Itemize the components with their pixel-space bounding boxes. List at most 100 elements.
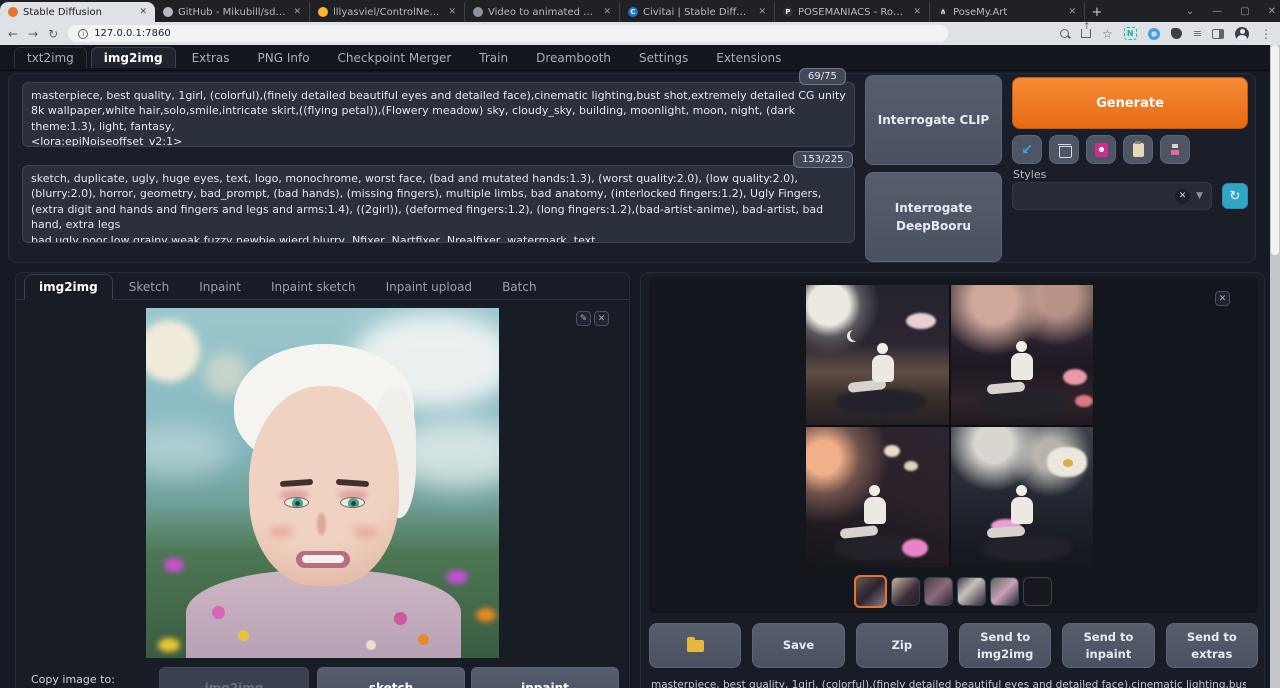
- dropdown-caret-icon: ▼: [1196, 191, 1203, 201]
- tab-png-info[interactable]: PNG Info: [246, 48, 322, 68]
- edit-image-icon[interactable]: ✎: [576, 311, 591, 326]
- address-bar[interactable]: i 127.0.0.1:7860: [68, 25, 948, 42]
- thumbnail-5[interactable]: [990, 577, 1019, 606]
- reading-list-icon[interactable]: ≡: [1193, 27, 1201, 40]
- clear-prompt-button[interactable]: [1049, 135, 1079, 164]
- open-folder-button[interactable]: [649, 623, 741, 668]
- scrollbar-thumb[interactable]: [1271, 45, 1279, 255]
- interrogate-deepbooru-button[interactable]: Interrogate DeepBooru: [865, 172, 1002, 262]
- paste-params-button[interactable]: ↙: [1012, 135, 1042, 164]
- page-scrollbar[interactable]: [1270, 45, 1280, 688]
- tab-close-icon[interactable]: ✕: [911, 7, 923, 17]
- url-text[interactable]: 127.0.0.1:7860: [94, 28, 171, 39]
- tab-txt2img[interactable]: txt2img: [14, 47, 87, 68]
- save-button[interactable]: Save: [752, 623, 844, 668]
- browser-tab-github[interactable]: GitHub - Mikubill/sd-webui-con ✕: [155, 2, 310, 22]
- reload-icon[interactable]: ↻: [48, 28, 58, 40]
- tab-settings[interactable]: Settings: [627, 48, 700, 68]
- tab-checkpoint-merger[interactable]: Checkpoint Merger: [326, 48, 464, 68]
- interrogate-clip-button[interactable]: Interrogate CLIP: [865, 75, 1002, 165]
- site-info-icon[interactable]: i: [78, 29, 88, 39]
- subtab-inpaint-upload[interactable]: Inpaint upload: [372, 275, 486, 299]
- close-window-button[interactable]: ✕: [1268, 6, 1276, 17]
- tab-close-icon[interactable]: ✕: [446, 7, 458, 17]
- refresh-styles-button[interactable]: ↻: [1222, 183, 1248, 209]
- subtab-sketch[interactable]: Sketch: [115, 275, 183, 299]
- thumbnail-4[interactable]: [957, 577, 986, 606]
- figure: [864, 497, 886, 524]
- browser-tab-posemyart[interactable]: ⋔ PoseMy.Art ✕: [930, 2, 1085, 22]
- negative-prompt-input[interactable]: sketch, duplicate, ugly, huge eyes, text…: [22, 165, 855, 243]
- browser-tab-controlnet[interactable]: lllyasviel/ControlNet at main ✕: [310, 2, 465, 22]
- thumbnail-2[interactable]: [891, 577, 920, 606]
- copy-to-inpaint-button[interactable]: inpaint: [471, 667, 619, 688]
- tab-title: GitHub - Mikubill/sd-webui-con: [178, 7, 286, 18]
- gallery-image-4[interactable]: [951, 427, 1094, 567]
- subtab-img2img[interactable]: img2img: [24, 274, 113, 300]
- send-to-inpaint-button[interactable]: Send to inpaint: [1062, 623, 1154, 668]
- tab-train[interactable]: Train: [467, 48, 520, 68]
- notion-extension-icon[interactable]: N: [1124, 27, 1137, 40]
- blue-extension-icon[interactable]: [1148, 28, 1160, 40]
- tab-close-icon[interactable]: ✕: [137, 7, 149, 17]
- floral-dot: [394, 612, 407, 625]
- new-tab-button[interactable]: +: [1085, 2, 1109, 22]
- clipboard-icon: [1133, 143, 1144, 157]
- subtab-inpaint-sketch[interactable]: Inpaint sketch: [257, 275, 370, 299]
- copy-to-sketch-button[interactable]: sketch: [317, 667, 465, 688]
- styles-dropdown[interactable]: ✕ ▼: [1012, 182, 1212, 210]
- tab-close-icon[interactable]: ✕: [1066, 7, 1078, 17]
- browser-tab-civitai[interactable]: C Civitai | Stable Diffusion model ✕: [620, 2, 775, 22]
- subtab-batch[interactable]: Batch: [488, 275, 551, 299]
- clear-styles-icon[interactable]: ✕: [1175, 189, 1190, 204]
- chevron-down-icon[interactable]: ⌄: [1186, 6, 1194, 17]
- gallery-image-2[interactable]: [951, 285, 1094, 425]
- tab-img2img[interactable]: img2img: [91, 47, 176, 68]
- tab-close-icon[interactable]: ✕: [291, 7, 303, 17]
- tab-extensions[interactable]: Extensions: [704, 48, 793, 68]
- browser-tab-strip: Stable Diffusion ✕ GitHub - Mikubill/sd-…: [0, 0, 1280, 22]
- maximize-button[interactable]: ▢: [1240, 6, 1249, 17]
- zip-button[interactable]: Zip: [856, 623, 948, 668]
- gallery-image-grid[interactable]: [806, 285, 1093, 567]
- close-gallery-icon[interactable]: ✕: [1215, 291, 1230, 306]
- source-image[interactable]: [146, 308, 499, 658]
- share-icon[interactable]: [1081, 29, 1091, 38]
- tab-close-icon[interactable]: ✕: [756, 7, 768, 17]
- flower: [1063, 369, 1087, 385]
- subtab-inpaint[interactable]: Inpaint: [185, 275, 255, 299]
- remove-image-icon[interactable]: ✕: [594, 311, 609, 326]
- bookmark-star-icon[interactable]: ☆: [1102, 27, 1113, 41]
- browser-menu-icon[interactable]: ⋮: [1260, 27, 1272, 41]
- negative-token-counter: 153/225: [793, 151, 853, 168]
- gallery-image-3[interactable]: [806, 427, 949, 567]
- zoom-icon[interactable]: [1060, 29, 1070, 39]
- tab-dreambooth[interactable]: Dreambooth: [524, 48, 623, 68]
- profile-avatar[interactable]: [1235, 27, 1249, 41]
- eye: [284, 497, 309, 508]
- browser-tab-posemaniacs[interactable]: P POSEMANIACS - Royalty free 3 ✕: [775, 2, 930, 22]
- send-to-extras-button[interactable]: Send to extras: [1166, 623, 1258, 668]
- tab-close-icon[interactable]: ✕: [601, 7, 613, 17]
- minimize-button[interactable]: —: [1212, 6, 1222, 17]
- dark-extension-icon[interactable]: [1171, 28, 1182, 39]
- prompt-input[interactable]: masterpiece, best quality, 1girl, (color…: [22, 82, 855, 147]
- flower-blur: [164, 558, 184, 572]
- apply-styles-button[interactable]: [1123, 135, 1153, 164]
- back-icon[interactable]: ←: [8, 28, 18, 40]
- forward-icon[interactable]: →: [28, 28, 38, 40]
- browser-tab-gif-converter[interactable]: Video to animated GIF converter ✕: [465, 2, 620, 22]
- tab-extras[interactable]: Extras: [180, 48, 242, 68]
- copy-to-img2img-button[interactable]: img2img: [159, 667, 309, 688]
- tab-title: Civitai | Stable Diffusion model: [643, 7, 751, 18]
- side-panel-icon[interactable]: [1212, 29, 1224, 39]
- thumbnail-3[interactable]: [924, 577, 953, 606]
- send-to-img2img-button[interactable]: Send to img2img: [959, 623, 1051, 668]
- gallery-image-1[interactable]: [806, 285, 949, 425]
- save-style-button[interactable]: [1160, 135, 1190, 164]
- extra-networks-button[interactable]: [1086, 135, 1116, 164]
- generate-button[interactable]: Generate: [1012, 77, 1248, 129]
- thumbnail-6[interactable]: [1023, 577, 1052, 606]
- thumbnail-1-selected[interactable]: [854, 575, 887, 608]
- browser-tab-stable-diffusion[interactable]: Stable Diffusion ✕: [0, 2, 155, 22]
